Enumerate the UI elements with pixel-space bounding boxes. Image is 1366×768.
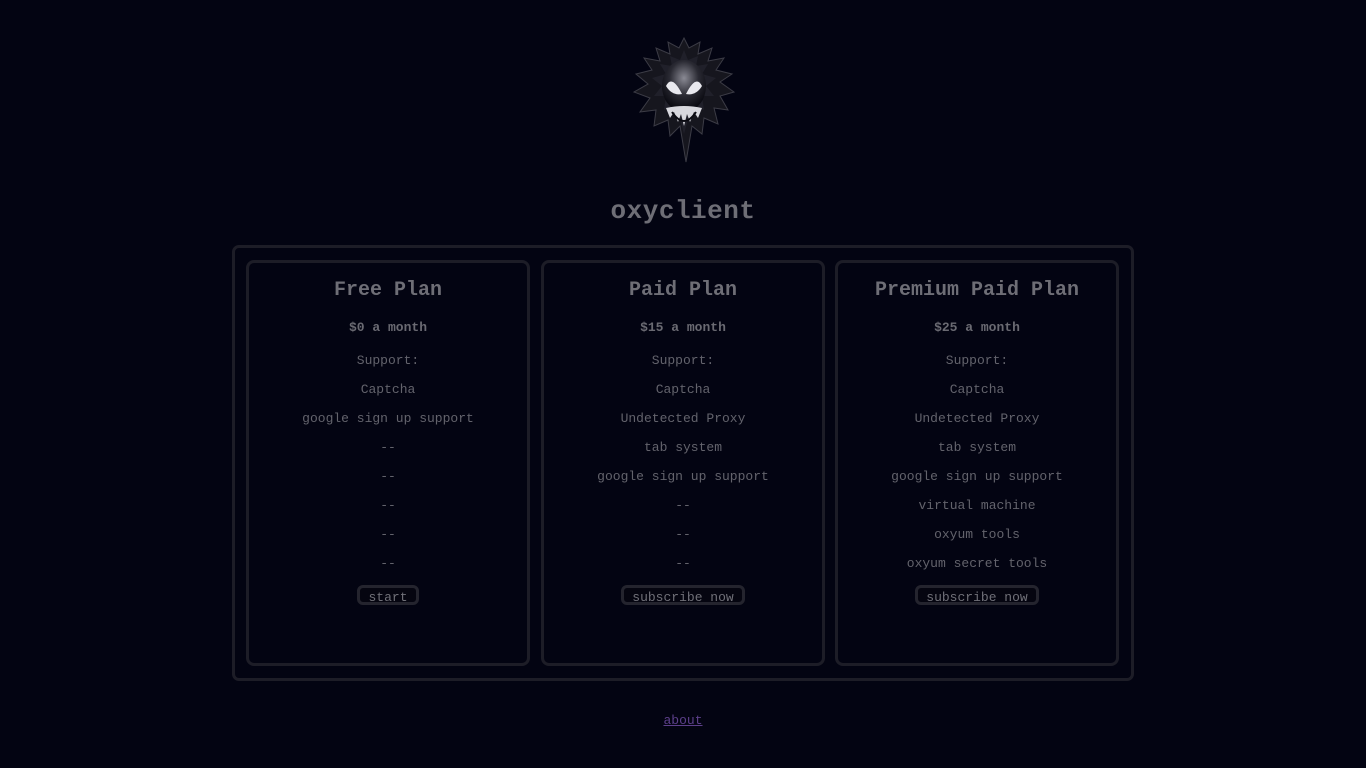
plan-card-paid: Paid Plan $15 a month Support: Captcha U… (541, 260, 825, 666)
plan-feature: virtual machine (918, 498, 1036, 513)
plan-feature: Captcha (949, 382, 1005, 397)
plan-feature: -- (380, 498, 396, 513)
plan-features: Support: Captcha Undetected Proxy tab sy… (838, 346, 1116, 578)
plan-feature: Undetected Proxy (914, 411, 1040, 426)
plan-feature: google sign up support (891, 469, 1063, 484)
plan-feature: google sign up support (302, 411, 474, 426)
plan-price: $0 a month (348, 320, 427, 335)
plan-feature: -- (380, 469, 396, 484)
plan-title: Free Plan (333, 279, 443, 302)
subscribe-paid-button[interactable]: subscribe now (621, 585, 745, 605)
plan-title: Paid Plan (628, 279, 738, 302)
plan-feature: google sign up support (597, 469, 769, 484)
plan-feature: oxyum secret tools (906, 556, 1048, 571)
plans-container: Free Plan $0 a month Support: Captcha go… (232, 245, 1134, 681)
plan-feature: tab system (643, 440, 722, 455)
plan-feature: -- (380, 556, 396, 571)
plan-feature: Captcha (655, 382, 711, 397)
subscribe-premium-button[interactable]: subscribe now (915, 585, 1039, 605)
plan-features: Support: Captcha google sign up support … (249, 346, 527, 578)
plan-feature: Support: (945, 353, 1009, 368)
plan-feature: Support: (356, 353, 420, 368)
footer: about (0, 713, 1366, 728)
about-link[interactable]: about (663, 713, 702, 728)
plan-card-premium: Premium Paid Plan $25 a month Support: C… (835, 260, 1119, 666)
plan-feature: -- (675, 556, 691, 571)
plan-feature: -- (675, 527, 691, 542)
page: oxyclient Free Plan $0 a month Support: … (0, 0, 1366, 768)
venom-mask-logo-icon (632, 36, 736, 163)
site-title: oxyclient (610, 196, 756, 226)
plan-feature: Support: (651, 353, 715, 368)
plan-features: Support: Captcha Undetected Proxy tab sy… (544, 346, 822, 578)
start-button[interactable]: start (357, 585, 419, 605)
plan-price: $25 a month (934, 320, 1020, 335)
plan-feature: Captcha (360, 382, 416, 397)
plan-feature: -- (380, 527, 396, 542)
plan-card-free: Free Plan $0 a month Support: Captcha go… (246, 260, 530, 666)
plan-title: Premium Paid Plan (874, 279, 1080, 302)
plan-feature: -- (380, 440, 396, 455)
plan-feature: Undetected Proxy (620, 411, 746, 426)
plan-feature: oxyum tools (934, 527, 1020, 542)
plan-price: $15 a month (640, 320, 726, 335)
plan-feature: -- (675, 498, 691, 513)
plan-feature: tab system (937, 440, 1016, 455)
